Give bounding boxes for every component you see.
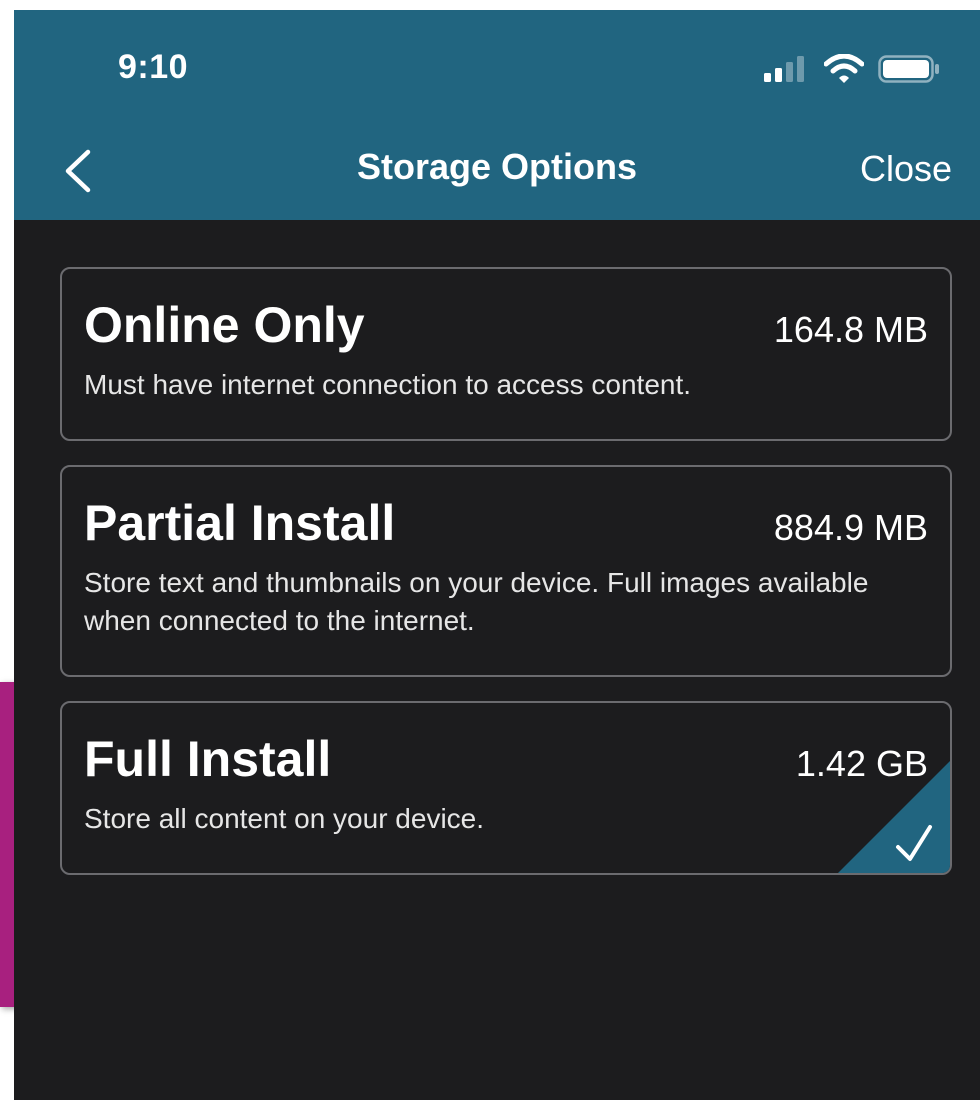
option-description: Store all content on your device. [84, 803, 485, 834]
option-header: Full Install 1.42 GB [84, 729, 928, 794]
app-screen: 9:10 Storage Options Close Online Only 1… [14, 10, 980, 1100]
option-full-install[interactable]: Full Install 1.42 GB Store all content o… [60, 701, 952, 875]
option-partial-install[interactable]: Partial Install 884.9 MB Store text and … [60, 465, 952, 677]
option-header: Online Only 164.8 MB [84, 295, 928, 360]
option-size: 884.9 MB [773, 507, 928, 548]
wifi-icon [824, 54, 864, 83]
option-online-only[interactable]: Online Only 164.8 MB Must have internet … [60, 267, 952, 441]
cellular-signal-icon [764, 56, 804, 82]
header: 9:10 Storage Options Close [14, 10, 980, 220]
status-time: 9:10 [118, 48, 189, 86]
option-size: 164.8 MB [773, 309, 928, 350]
selected-checkmark-icon [838, 761, 950, 873]
status-icons [762, 54, 940, 84]
option-title: Full Install [84, 731, 332, 787]
option-header: Partial Install 884.9 MB [84, 493, 928, 558]
storage-options-list: Online Only 164.8 MB Must have internet … [60, 267, 952, 899]
option-title: Online Only [84, 297, 365, 353]
option-title: Partial Install [84, 495, 396, 551]
option-description: Must have internet connection to access … [84, 369, 692, 400]
battery-icon [878, 55, 939, 83]
option-description: Store text and thumbnails on your device… [84, 567, 869, 636]
close-button[interactable]: Close [860, 148, 952, 190]
page-title: Storage Options [356, 146, 638, 187]
